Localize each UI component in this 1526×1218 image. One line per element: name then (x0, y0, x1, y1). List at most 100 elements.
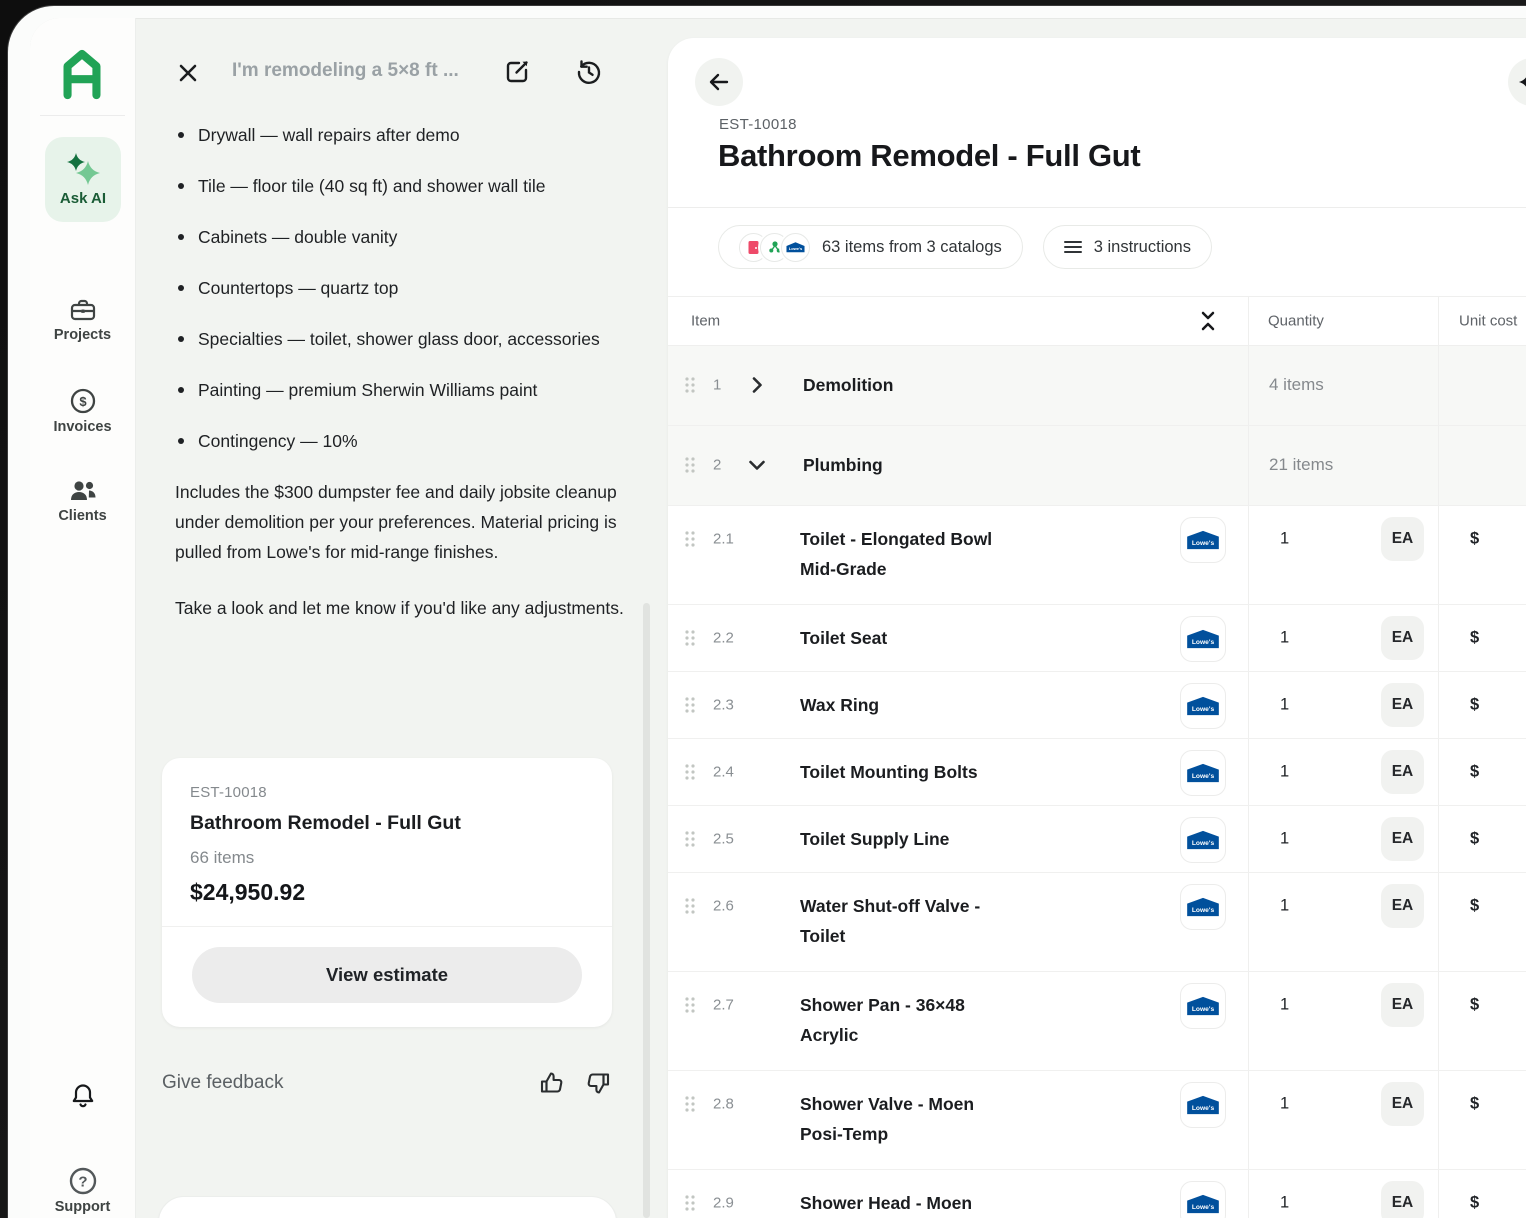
svg-text:Lowe's: Lowe's (1192, 706, 1215, 713)
chat-bullet: Drywall — wall repairs after demo (175, 120, 646, 150)
lowes-badge: Lowe's (1180, 884, 1226, 930)
quantity-value[interactable]: 1 (1280, 1095, 1289, 1114)
ask-ai-chat-panel: I'm remodeling a 5×8 ft ... Drywall — wa… (135, 18, 668, 1218)
sparkles-icon (65, 152, 101, 186)
drag-handle-icon[interactable] (684, 1095, 696, 1113)
lowes-badge: Lowe's (1180, 1082, 1226, 1128)
column-header-unit-cost: Unit cost (1459, 313, 1517, 330)
unit-chip[interactable]: EA (1381, 683, 1424, 727)
svg-text:Lowe's: Lowe's (1192, 540, 1215, 547)
unit-chip[interactable]: EA (1381, 616, 1424, 660)
quantity-value[interactable]: 1 (1280, 996, 1289, 1015)
table-row[interactable]: 2.5Toilet Supply LineLowe's1EA$ (668, 806, 1526, 873)
drag-handle-icon[interactable] (684, 456, 696, 474)
row-name-line: Water Shut-off Valve - (800, 891, 980, 921)
quantity-value[interactable]: 1 (1280, 763, 1289, 782)
quantity-value[interactable]: 1 (1280, 696, 1289, 715)
table-row[interactable]: 2.8 Shower Valve - MoenPosi-Temp Lowe's 1 EA… (668, 1071, 1526, 1170)
sidebar-item-label: Clients (30, 508, 135, 524)
sidebar-item-label: Invoices (30, 419, 135, 435)
unit-cost-value[interactable]: $ (1470, 696, 1479, 715)
table-row[interactable]: 2Plumbing21 items (668, 426, 1526, 506)
quantity-value[interactable]: 1 (1280, 530, 1289, 549)
unit-cost-value[interactable]: $ (1470, 830, 1479, 849)
table-row[interactable]: 1Demolition4 items (668, 346, 1526, 426)
close-icon[interactable] (175, 60, 201, 86)
sidebar-item-projects[interactable]: Projects (30, 297, 135, 343)
drag-handle-icon[interactable] (684, 763, 696, 781)
unit-chip[interactable]: EA (1381, 884, 1424, 928)
drag-handle-icon[interactable] (684, 376, 696, 394)
unit-cost-value[interactable]: $ (1470, 530, 1479, 549)
unit-cost-value[interactable]: $ (1470, 897, 1479, 916)
row-number: 2.7 (713, 997, 734, 1014)
instructions-badge[interactable]: 3 instructions (1043, 225, 1212, 269)
drag-handle-icon[interactable] (684, 1194, 696, 1212)
quantity-value[interactable]: 1 (1280, 830, 1289, 849)
table-row[interactable]: 2.7Shower Pan - 36×48AcrylicLowe's1EA$ (668, 972, 1526, 1071)
quantity-value[interactable]: 1 (1280, 1194, 1289, 1213)
row-name-line: Toilet (800, 921, 980, 951)
svg-text:?: ? (78, 1174, 87, 1191)
unit-chip[interactable]: EA (1381, 1181, 1424, 1218)
collapse-all-icon[interactable] (1196, 309, 1220, 333)
view-estimate-button[interactable]: View estimate (192, 947, 582, 1003)
row-name: Shower Valve - MoenPosi-Temp (800, 1089, 974, 1149)
dollar-circle-icon: $ (30, 387, 135, 415)
drag-handle-icon[interactable] (684, 830, 696, 848)
drag-handle-icon[interactable] (684, 996, 696, 1014)
table-row[interactable]: 2.9Shower Head - MoenLowe's1EA$ (668, 1170, 1526, 1218)
ask-ai-button[interactable]: Ask AI (45, 137, 121, 222)
drag-handle-icon[interactable] (684, 629, 696, 647)
row-number: 2.6 (713, 898, 734, 915)
quantity-value[interactable]: 1 (1280, 897, 1289, 916)
sidebar-item-support[interactable]: ? Support (30, 1166, 135, 1215)
row-number: 2.1 (713, 531, 734, 548)
row-name-line: Mid-Grade (800, 554, 992, 584)
thumbs-up-icon[interactable] (538, 1070, 564, 1096)
row-number: 2.3 (713, 697, 734, 714)
lowes-badge: Lowe's (1180, 683, 1226, 729)
unit-cost-value[interactable]: $ (1470, 1194, 1479, 1213)
table-row[interactable]: 2.4Toilet Mounting BoltsLowe's1EA$ (668, 739, 1526, 806)
chevron-down-icon[interactable] (746, 454, 768, 476)
ai-assistant-button[interactable] (1508, 58, 1526, 106)
notifications-bell-icon[interactable] (69, 1082, 97, 1110)
unit-chip[interactable]: EA (1381, 983, 1424, 1027)
table-row[interactable]: 2.6 Water Shut-off Valve -Toilet Lowe's 1 EA… (668, 873, 1526, 972)
sidebar-item-invoices[interactable]: $ Invoices (30, 387, 135, 435)
catalogs-badge[interactable]: Lowe's 63 items from 3 catalogs (718, 225, 1023, 269)
table-row[interactable]: 2.1Toilet - Elongated BowlMid-GradeLowe'… (668, 506, 1526, 605)
drag-handle-icon[interactable] (684, 897, 696, 915)
row-name-line: Shower Pan - 36×48 (800, 990, 965, 1020)
unit-chip[interactable]: EA (1381, 517, 1424, 561)
sidebar-item-clients[interactable]: Clients (30, 478, 135, 524)
unit-cost-value[interactable]: $ (1470, 763, 1479, 782)
chevron-right-icon[interactable] (746, 374, 768, 396)
unit-cost-value[interactable]: $ (1470, 629, 1479, 648)
handoff-logo-icon[interactable] (56, 44, 108, 102)
row-number: 2.8 (713, 1096, 734, 1113)
unit-cost-value[interactable]: $ (1470, 996, 1479, 1015)
unit-chip[interactable]: EA (1381, 750, 1424, 794)
drag-handle-icon[interactable] (684, 530, 696, 548)
quantity-value[interactable]: 1 (1280, 629, 1289, 648)
chat-scrollbar[interactable] (643, 603, 650, 1218)
lowes-badge: Lowe's (1180, 616, 1226, 662)
table-row[interactable]: 2.2Toilet SeatLowe's1EA$ (668, 605, 1526, 672)
table-row[interactable]: 2.3Wax RingLowe's1EA$ (668, 672, 1526, 739)
unit-chip[interactable]: EA (1381, 817, 1424, 861)
back-button[interactable] (695, 58, 743, 106)
sidebar-item-label: Support (30, 1199, 135, 1215)
unit-cost-value[interactable]: $ (1470, 1095, 1479, 1114)
estimate-id: EST-10018 (719, 116, 797, 133)
chat-input[interactable] (158, 1196, 617, 1218)
history-icon[interactable] (575, 58, 603, 86)
compose-icon[interactable] (503, 58, 531, 86)
row-name-line: Posi-Temp (800, 1119, 974, 1149)
thumbs-down-icon[interactable] (586, 1070, 612, 1096)
estimate-detail-panel: EST-10018 Bathroom Remodel - Full Gut (668, 38, 1526, 1218)
drag-handle-icon[interactable] (684, 696, 696, 714)
unit-chip[interactable]: EA (1381, 1082, 1424, 1126)
quantity-value: 21 items (1269, 455, 1333, 475)
